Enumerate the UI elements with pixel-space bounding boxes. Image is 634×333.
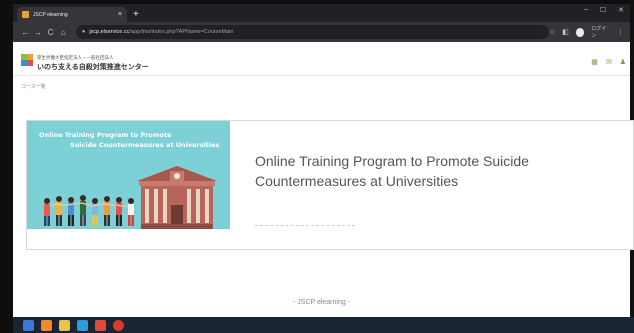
user-icon[interactable]: ♟: [620, 58, 626, 66]
grid-menu-icon[interactable]: ▦: [591, 58, 598, 66]
banner-title-line2: Suicide Countermeasures at Universities: [70, 141, 220, 149]
profile-avatar[interactable]: [575, 27, 585, 37]
university-building-icon: [137, 166, 217, 229]
lock-icon: ●: [81, 29, 86, 35]
banner-title-line1: Online Training Program to Promote: [39, 131, 172, 139]
files-icon[interactable]: [59, 319, 70, 331]
home-icon[interactable]: ⌂: [57, 28, 70, 37]
profile-label[interactable]: ログイン: [591, 25, 610, 39]
close-window-icon[interactable]: ✕: [618, 6, 624, 14]
title-divider: [255, 225, 355, 226]
tab-favicon-icon: [22, 11, 29, 18]
mail-icon[interactable]: ✉: [606, 58, 612, 66]
new-tab-button[interactable]: +: [133, 7, 139, 22]
app-icon[interactable]: [77, 319, 88, 331]
people-illustration: [44, 195, 134, 226]
back-icon[interactable]: ←: [19, 28, 32, 37]
tab-title: JSCP elearning: [33, 11, 68, 18]
org-subtitle: 厚生労働大臣指定法人・一般社団法人: [37, 55, 114, 60]
browser-tab[interactable]: JSCP elearning ×: [17, 7, 127, 22]
tab-close-icon[interactable]: ×: [118, 11, 122, 18]
url-path: /app/lms/index.php?APName=CourseMain: [129, 29, 234, 35]
toolbar-right: ☆ ◧ ログイン ⋮: [549, 25, 624, 39]
site-logo-icon[interactable]: [21, 54, 33, 66]
page-footer: - JSCP elearning -: [292, 299, 351, 306]
extensions-icon[interactable]: ◧: [562, 28, 569, 36]
site-header: 厚生労働大臣指定法人・一般社団法人 いのち支える自殺対策推進センター ▦ ✉ ♟: [13, 42, 630, 76]
browser-toolbar: ← → C ⌂ ● jscp.elservice.cc /app/lms/ind…: [13, 22, 630, 42]
monitor-bezel-left: [0, 0, 13, 333]
opera-icon[interactable]: [113, 319, 124, 331]
course-banner[interactable]: Online Training Program to Promote Suici…: [27, 121, 230, 249]
breadcrumb[interactable]: コース一覧: [21, 83, 46, 90]
header-icons: ▦ ✉ ♟: [591, 58, 626, 66]
menu-icon[interactable]: ⋮: [617, 28, 624, 36]
window-controls: – ☐ ✕: [584, 6, 624, 14]
minimize-icon[interactable]: –: [584, 6, 588, 14]
vlc-icon[interactable]: [41, 319, 52, 331]
url-host: jscp.elservice.cc: [89, 29, 130, 35]
address-bar[interactable]: ● jscp.elservice.cc /app/lms/index.php?A…: [75, 25, 549, 39]
browser-tab-bar: JSCP elearning × + – ☐ ✕: [13, 4, 630, 22]
start-icon[interactable]: [23, 319, 34, 331]
chrome-icon[interactable]: [95, 319, 106, 331]
course-title[interactable]: Online Training Program to Promote Suici…: [255, 151, 585, 191]
os-taskbar: [13, 317, 634, 333]
maximize-icon[interactable]: ☐: [600, 6, 606, 14]
star-icon[interactable]: ☆: [549, 28, 555, 36]
screen: JSCP elearning × + – ☐ ✕ ← → C ⌂ ● jscp.…: [0, 0, 634, 333]
org-name[interactable]: いのち支える自殺対策推進センター: [37, 62, 149, 72]
web-page: 厚生労働大臣指定法人・一般社団法人 いのち支える自殺対策推進センター ▦ ✉ ♟…: [13, 42, 634, 317]
forward-icon[interactable]: →: [32, 28, 45, 37]
course-card[interactable]: Online Training Program to Promote Suici…: [26, 120, 634, 250]
reload-icon[interactable]: C: [44, 28, 57, 37]
